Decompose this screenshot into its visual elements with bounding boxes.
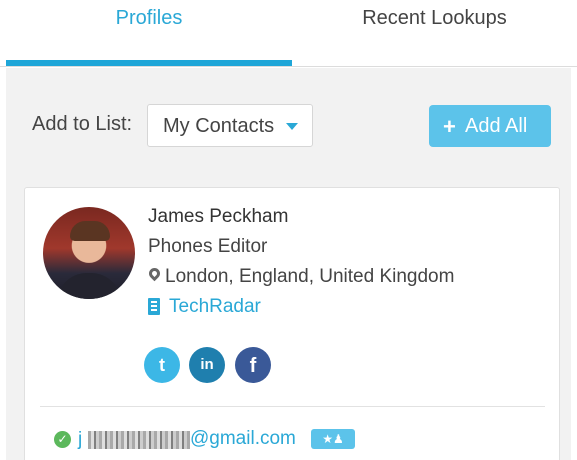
- plus-icon: +: [443, 114, 456, 139]
- list-select[interactable]: My Contacts: [147, 104, 313, 147]
- list-select-value: My Contacts: [163, 115, 275, 137]
- building-icon: [148, 298, 160, 315]
- tab-profiles[interactable]: Profiles: [6, 0, 292, 67]
- twitter-icon[interactable]: t: [144, 347, 180, 383]
- add-all-label: Add All: [465, 115, 528, 137]
- profile-company-link[interactable]: TechRadar: [169, 296, 261, 318]
- profile-title: Phones Editor: [148, 236, 268, 257]
- profile-location: London, England, United Kingdom: [165, 266, 455, 287]
- tab-recent-lookups[interactable]: Recent Lookups: [292, 0, 577, 67]
- profile-name: James Peckham: [148, 206, 289, 227]
- linkedin-icon[interactable]: in: [189, 347, 225, 383]
- facebook-icon[interactable]: f: [235, 347, 271, 383]
- email-domain-link[interactable]: @gmail.com: [190, 428, 296, 450]
- caret-down-icon: [286, 123, 298, 130]
- avatar: [43, 207, 135, 299]
- add-all-button[interactable]: + Add All: [429, 105, 551, 147]
- email-type-badge: ★♟: [311, 429, 355, 449]
- active-tab-indicator: [6, 60, 292, 66]
- tab-bar: Profiles Recent Lookups: [0, 0, 577, 67]
- card-divider: [40, 406, 545, 407]
- redacted-email-user: [88, 431, 190, 449]
- verified-check-icon: ✓: [54, 431, 71, 448]
- add-to-list-label: Add to List:: [32, 113, 133, 135]
